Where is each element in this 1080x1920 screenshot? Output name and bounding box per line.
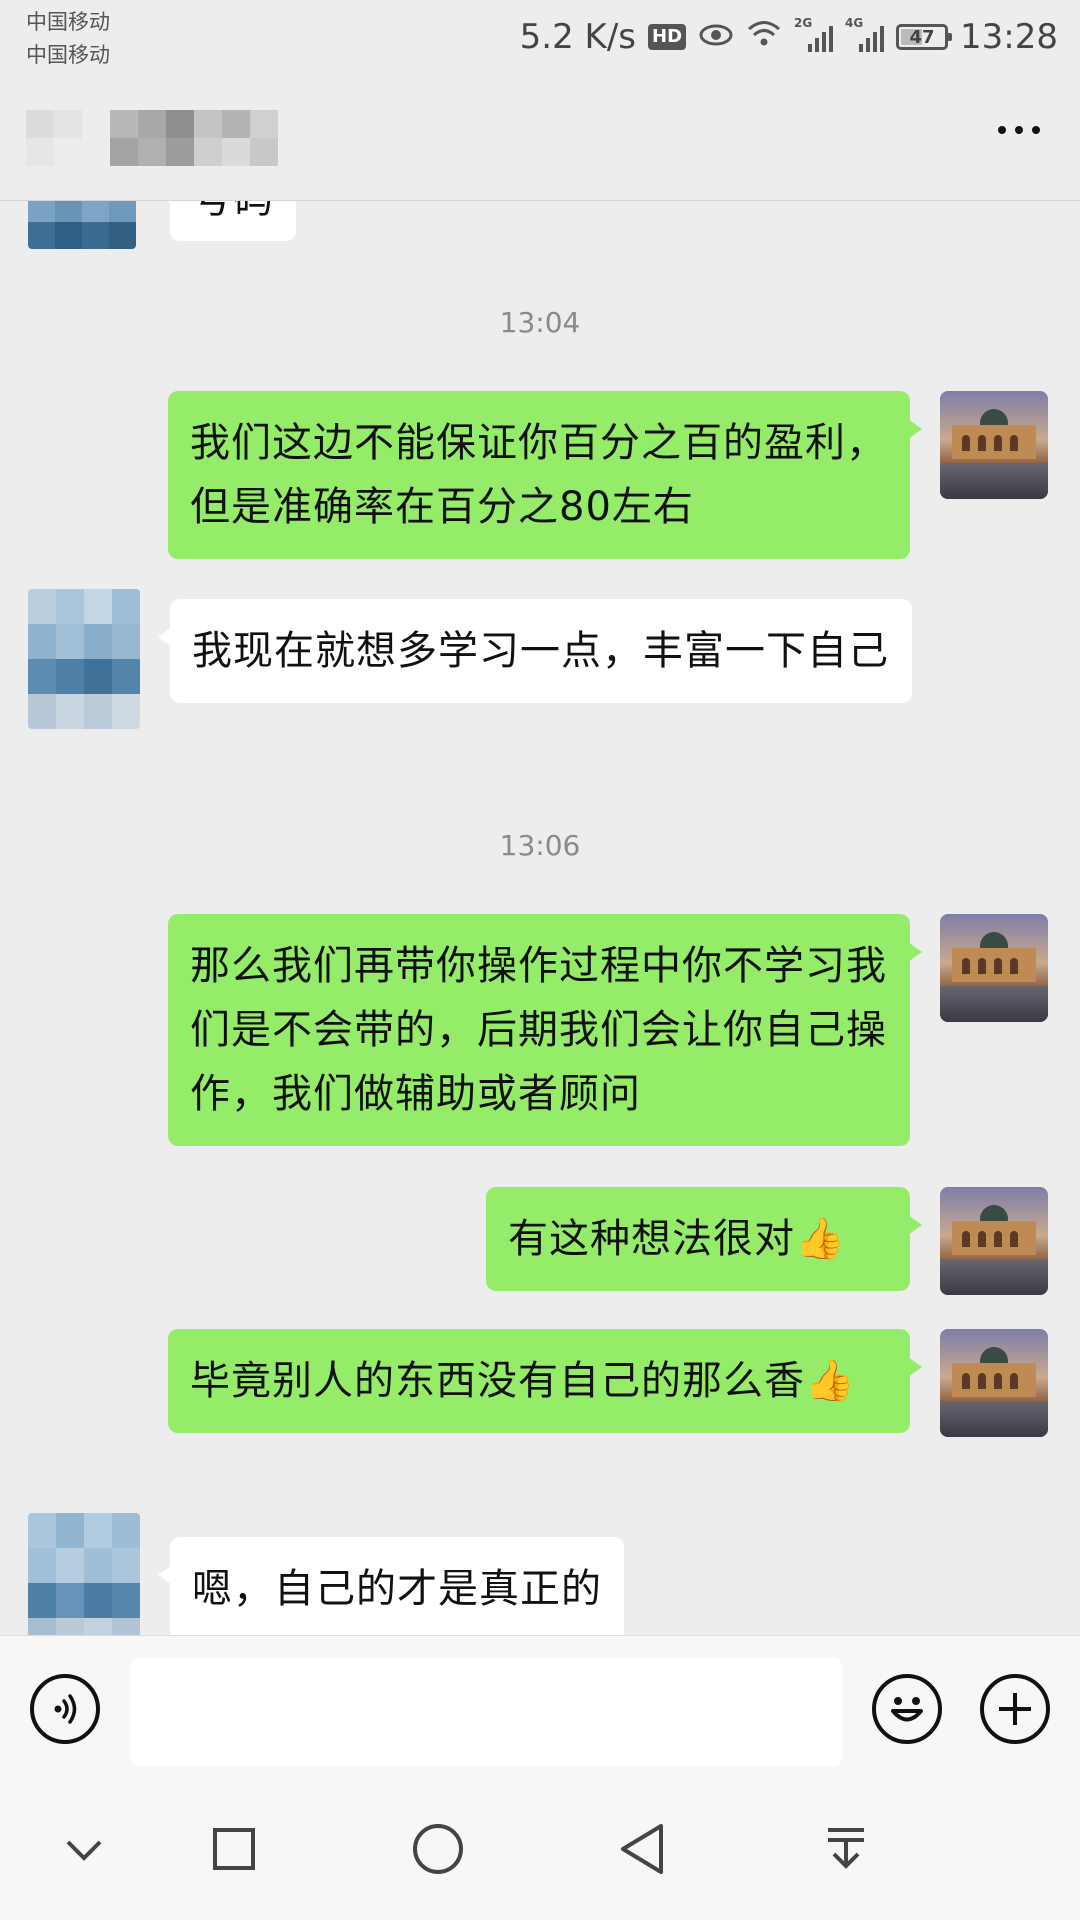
timestamp: 13:06 xyxy=(499,829,581,862)
contact-avatar[interactable] xyxy=(28,201,136,249)
message-list[interactable]: 号码 13:04 我们这边不能保证你百分之百的盈利，但是准确率在百分之80左右 … xyxy=(0,201,1080,1635)
message-text: 嗯，自己的才是真正的 xyxy=(192,1566,602,1612)
more-options-icon[interactable] xyxy=(998,126,1040,134)
hd-badge: HD xyxy=(648,24,687,50)
my-avatar[interactable] xyxy=(940,391,1048,499)
add-plus-icon[interactable] xyxy=(980,1674,1050,1744)
message-text: 毕竟别人的东西没有自己的那么香 xyxy=(190,1358,805,1404)
emoji-smile-icon[interactable] xyxy=(872,1674,942,1744)
message-text: 那么我们再带你操作过程中你不学习我们是不会带的，后期我们会让你自己操作，我们做辅… xyxy=(190,943,887,1117)
input-bar xyxy=(0,1635,1080,1776)
signal-4g-icon: 4G xyxy=(845,16,885,52)
my-avatar[interactable] xyxy=(940,1329,1048,1437)
back-triangle-icon[interactable] xyxy=(612,1819,672,1879)
system-nav-bar xyxy=(0,1775,1080,1920)
message-input[interactable] xyxy=(130,1658,842,1766)
signal-2g-icon: 2G xyxy=(794,16,834,52)
timestamp: 13:04 xyxy=(499,306,581,339)
notification-pulldown-icon[interactable] xyxy=(816,1819,876,1879)
carrier-2: 中国移动 xyxy=(26,43,110,67)
network-speed: 5.2 K/s xyxy=(519,17,636,57)
message-bubble-me[interactable]: 那么我们再带你操作过程中你不学习我们是不会带的，后期我们会让你自己操作，我们做辅… xyxy=(168,914,922,1146)
my-avatar[interactable] xyxy=(940,1187,1048,1295)
message-bubble-them[interactable]: 号码 xyxy=(158,201,296,241)
chat-header xyxy=(0,80,1080,201)
battery-icon: 47 xyxy=(896,24,953,50)
message-bubble-them[interactable]: 嗯，自己的才是真正的 xyxy=(158,1537,624,1635)
chat-title-pixelated xyxy=(26,110,278,166)
carrier-1: 中国移动 xyxy=(26,10,110,34)
message-bubble-me[interactable]: 我们这边不能保证你百分之百的盈利，但是准确率在百分之80左右 xyxy=(168,391,922,559)
home-circle-icon[interactable] xyxy=(408,1819,468,1879)
wifi-icon xyxy=(746,17,782,57)
my-avatar[interactable] xyxy=(940,914,1048,1022)
message-bubble-them[interactable]: 我现在就想多学习一点，丰富一下自己 xyxy=(158,599,912,703)
message-text: 号码 xyxy=(192,201,274,222)
battery-level: 47 xyxy=(909,26,935,48)
eye-comfort-icon xyxy=(698,17,734,57)
thumbs-up-icon: 👍 xyxy=(805,1358,856,1404)
carrier-labels: 中国移动 中国移动 xyxy=(26,6,110,72)
voice-icon[interactable] xyxy=(30,1674,100,1744)
message-text: 我们这边不能保证你百分之百的盈利，但是准确率在百分之80左右 xyxy=(190,420,887,530)
contact-avatar[interactable] xyxy=(28,589,140,729)
message-text: 我现在就想多学习一点，丰富一下自己 xyxy=(192,628,889,674)
message-text: 有这种想法很对 xyxy=(508,1216,795,1262)
message-bubble-me[interactable]: 有这种想法很对👍 xyxy=(486,1187,922,1291)
message-bubble-me[interactable]: 毕竟别人的东西没有自己的那么香👍 xyxy=(168,1329,922,1433)
chevron-down-icon[interactable] xyxy=(54,1819,114,1879)
thumbs-up-icon: 👍 xyxy=(795,1216,846,1262)
status-bar: 中国移动 中国移动 5.2 K/s HD 2G 4G 47 13:28 xyxy=(0,0,1080,80)
recent-apps-square-icon[interactable] xyxy=(204,1819,264,1879)
contact-avatar[interactable] xyxy=(28,1513,140,1635)
status-indicators: 5.2 K/s HD 2G 4G 47 13:28 xyxy=(520,14,1058,60)
clock: 13:28 xyxy=(960,17,1058,57)
